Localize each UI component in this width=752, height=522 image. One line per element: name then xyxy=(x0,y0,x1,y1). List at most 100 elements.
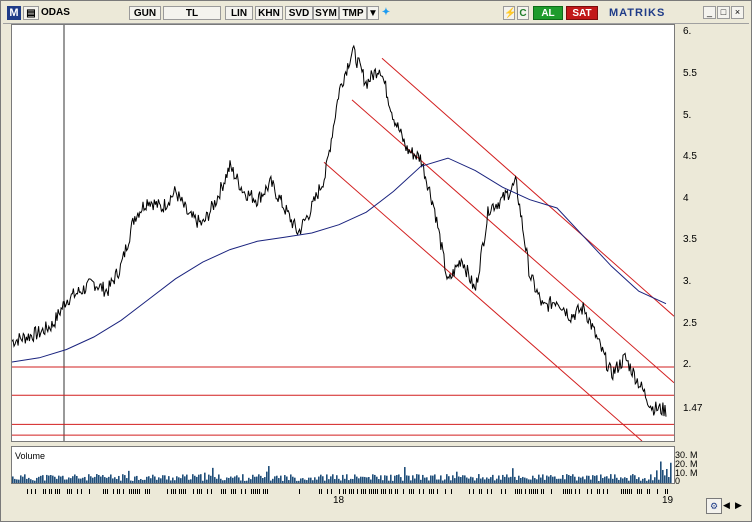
settings-icon[interactable]: ⚙ xyxy=(706,498,722,514)
volume-bar xyxy=(658,479,660,483)
x-axis-label: 19 xyxy=(662,495,674,506)
time-tick xyxy=(647,489,648,494)
volume-bar xyxy=(510,476,512,483)
volume-bar xyxy=(396,474,398,483)
time-tick xyxy=(517,489,518,494)
volume-bar xyxy=(72,476,74,483)
volume-bar xyxy=(416,474,418,483)
refresh-button[interactable]: C xyxy=(517,6,529,20)
time-tick xyxy=(207,489,208,494)
time-tick xyxy=(403,489,404,494)
time-tick xyxy=(567,489,568,494)
time-tick xyxy=(135,489,136,494)
time-tick xyxy=(481,489,482,494)
volume-bar xyxy=(480,478,482,483)
sell-button[interactable]: SAT xyxy=(566,6,598,20)
time-tick xyxy=(131,489,132,494)
volume-bar xyxy=(348,480,350,483)
time-tick xyxy=(117,489,118,494)
volume-bar xyxy=(128,470,130,483)
volume-bar xyxy=(194,475,196,483)
volume-bar xyxy=(94,476,96,483)
volume-bar xyxy=(538,474,540,483)
volume-bar xyxy=(56,478,58,483)
price-tick-label: 3. xyxy=(683,275,692,287)
maximize-icon[interactable]: □ xyxy=(717,6,730,19)
volume-bar xyxy=(42,475,44,483)
period-button[interactable]: GUN xyxy=(129,6,161,20)
volume-bar xyxy=(482,477,484,483)
price-chart[interactable] xyxy=(11,24,675,442)
svd-button[interactable]: SVD xyxy=(285,6,313,20)
tmp-button[interactable]: TMP xyxy=(339,6,367,20)
twitter-icon[interactable]: ✦ xyxy=(379,6,393,20)
minimize-icon[interactable]: _ xyxy=(703,6,716,19)
volume-bar xyxy=(470,476,472,483)
volume-bar xyxy=(606,476,608,483)
volume-bar xyxy=(552,476,554,483)
time-tick xyxy=(627,489,628,494)
scroll-right-icon[interactable]: ▶ xyxy=(735,498,745,512)
price-axis[interactable]: 6. 5.5 5. 4.5 4 3.5 3. 2.5 2. 1.47 xyxy=(675,24,741,442)
time-tick xyxy=(245,489,246,494)
lightning-icon[interactable]: ⚡ xyxy=(503,6,516,20)
time-tick xyxy=(137,489,138,494)
volume-bar xyxy=(460,477,462,483)
price-chart-svg xyxy=(12,25,674,441)
volume-bar xyxy=(138,479,140,483)
volume-bar xyxy=(90,476,92,483)
volume-bar xyxy=(404,467,406,483)
volume-bar xyxy=(458,476,460,483)
scroll-left-icon[interactable]: ◀ xyxy=(723,498,733,512)
volume-bar xyxy=(426,477,428,483)
volume-bar xyxy=(172,477,174,483)
time-tick xyxy=(89,489,90,494)
volume-bar xyxy=(218,474,220,483)
volume-bar xyxy=(338,478,340,483)
volume-bar xyxy=(544,479,546,483)
volume-bar xyxy=(104,477,106,483)
volume-bar xyxy=(516,479,518,483)
volume-bar xyxy=(88,474,90,483)
volume-bar xyxy=(640,480,642,483)
time-tick xyxy=(103,489,104,494)
linear-scale-button[interactable]: LIN xyxy=(225,6,253,20)
time-tick xyxy=(621,489,622,494)
symbol-field[interactable]: ODAS xyxy=(41,6,75,20)
volume-bar xyxy=(112,478,114,483)
close-icon[interactable]: × xyxy=(731,6,744,19)
time-tick xyxy=(571,489,572,494)
volume-bar xyxy=(556,478,558,483)
volume-bar xyxy=(154,476,156,483)
buy-button[interactable]: AL xyxy=(533,6,563,20)
volume-bar xyxy=(30,479,32,483)
volume-bar xyxy=(558,478,560,483)
sym-button[interactable]: SYM xyxy=(313,6,339,20)
volume-bar xyxy=(318,476,320,483)
volume-bar xyxy=(502,474,504,483)
volume-bar xyxy=(32,480,34,483)
volume-bar xyxy=(124,475,126,483)
volume-bar xyxy=(628,480,630,483)
volume-bar xyxy=(648,479,650,483)
volume-bar xyxy=(534,478,536,483)
time-tick xyxy=(451,489,452,494)
volume-bar xyxy=(332,474,334,483)
chart-window: M ▤ ODAS GUN TL LIN KHN SVD SYM TMP ▼ ✦ … xyxy=(0,0,752,522)
time-tick xyxy=(139,489,140,494)
symbol-icon[interactable]: ▤ xyxy=(23,6,39,20)
volume-bar xyxy=(236,475,238,483)
currency-button[interactable]: TL xyxy=(163,6,221,20)
volume-bar xyxy=(78,478,80,483)
time-tick xyxy=(357,489,358,494)
volume-bar xyxy=(26,478,28,483)
volume-bar xyxy=(456,471,458,483)
volume-bar xyxy=(434,474,436,483)
dropdown-arrow-icon[interactable]: ▼ xyxy=(367,6,379,20)
volume-bar xyxy=(294,477,296,483)
volume-bar xyxy=(50,475,52,483)
time-tick xyxy=(225,489,226,494)
volume-bar xyxy=(478,474,480,483)
khn-button[interactable]: KHN xyxy=(255,6,283,20)
time-tick xyxy=(107,489,108,494)
